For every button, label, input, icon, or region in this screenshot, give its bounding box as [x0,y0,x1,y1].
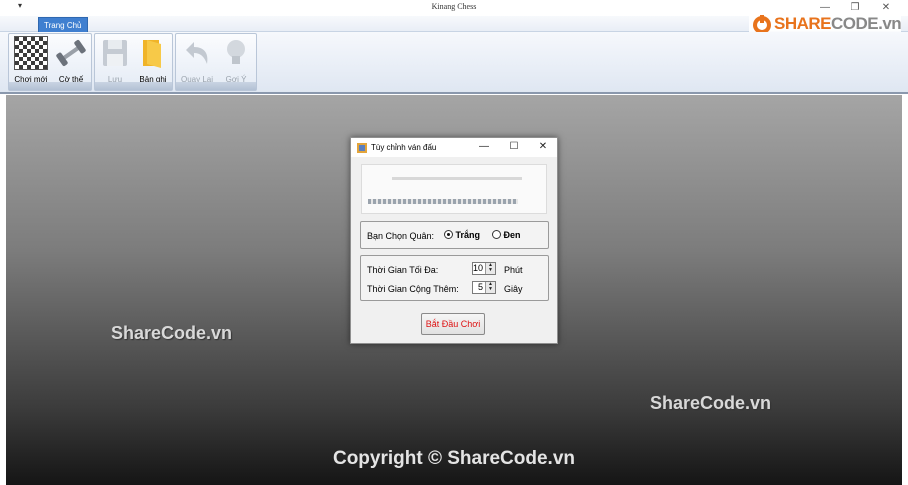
side-label: Bạn Chọn Quân: [367,231,435,241]
add-time-stepper[interactable]: 5 ▲ ▼ [472,281,496,294]
watermark-left: ShareCode.vn [111,323,233,343]
lightbulb-icon [227,40,245,64]
watermark-right: ShareCode.vn [650,393,772,413]
start-game-button[interactable]: Bắt Đầu Chơi [421,313,485,335]
copyright-text: Copyright © ShareCode.vn [332,448,576,469]
new-game-button[interactable]: Chơi mới [11,36,51,84]
stepper-arrows-icon[interactable]: ▲ ▼ [485,282,495,293]
undo-arrow-icon [186,42,208,64]
floppy-disk-icon [103,40,127,66]
chess-type-button[interactable]: Cờ thế [53,36,89,84]
max-time-label: Thời Gian Tối Đa: [367,265,439,275]
dialog-title-bar: Tùy chỉnh ván đấu — ☐ ✕ [351,138,557,157]
save-button[interactable]: Lưu [97,36,133,84]
ribbon-group-file: Lưu Bản ghi [94,33,173,91]
hint-button[interactable]: Gợi Ý [218,36,254,84]
logo-text: SHARECODE.vn [774,14,902,33]
undo-button[interactable]: Quay Lại [178,36,216,84]
radio-white[interactable]: Trắng [444,230,480,240]
dumbbell-icon [56,40,86,66]
dialog-title: Tùy chỉnh ván đấu [371,143,437,152]
stepper-arrows-icon[interactable]: ▲ ▼ [485,263,495,274]
radio-white-label: Trắng [455,230,481,240]
ribbon-group-footer [95,82,172,90]
dialog-close-icon[interactable]: ✕ [535,140,551,154]
radio-white-indicator [444,230,453,239]
dialog-minimize-icon[interactable]: — [476,140,492,154]
side-selection-group: Bạn Chọn Quân: Trắng Đen [360,221,549,249]
ribbon-group-footer [9,82,91,90]
folder-icon [143,40,161,68]
tab-home[interactable]: Trang Chủ [38,17,88,32]
max-time-value: 10 [472,263,483,273]
window-title: Kinang Chess [431,2,477,11]
radio-black[interactable]: Đen [492,230,521,240]
radio-black-label: Đen [503,230,521,240]
radio-black-indicator [492,230,501,239]
blurred-banner [361,164,547,214]
ribbon-group-footer [176,82,256,90]
ribbon-group-game: Chơi mới Cờ thế [8,33,92,91]
max-time-stepper[interactable]: 10 ▲ ▼ [472,262,496,275]
max-time-unit: Phút [504,265,523,275]
dialog-maximize-icon[interactable]: ☐ [506,140,522,154]
app-icon [357,143,367,153]
match-settings-dialog: Tùy chỉnh ván đấu — ☐ ✕ Bạn Chọn Quân: T… [350,137,558,344]
records-button[interactable]: Bản ghi [135,36,171,84]
time-settings-group: Thời Gian Tối Đa: 10 ▲ ▼ Phút Thời Gian C… [360,255,549,301]
add-time-value: 5 [477,282,483,292]
add-time-label: Thời Gian Cộng Thêm: [367,284,459,294]
ribbon: Chơi mới Cờ thế Lưu Bản ghi Quay Lại Gợi… [0,32,908,94]
ribbon-group-play: Quay Lại Gợi Ý [175,33,257,91]
chessboard-icon [14,36,48,70]
add-time-unit: Giây [504,284,523,294]
